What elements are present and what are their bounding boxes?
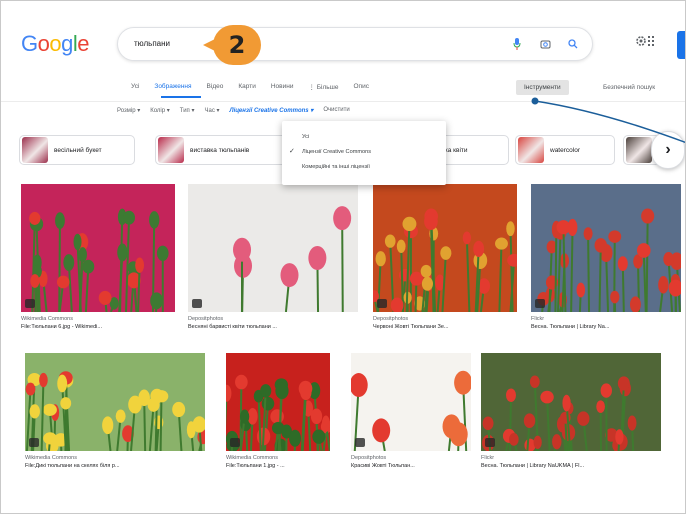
result-image[interactable]: [226, 353, 330, 451]
license-option[interactable]: ✓ Ліцензії Creative Commons: [282, 144, 446, 159]
filter-item[interactable]: Розмір ▾: [117, 107, 140, 114]
tab-item[interactable]: Карти: [238, 83, 255, 91]
microphone-icon[interactable]: [510, 36, 524, 52]
chip-label: весільний букет: [54, 146, 102, 154]
filter-bar: Розмір ▾ Колір ▾ Тип ▾ Час ▾ Ліцензії Creati…: [117, 107, 350, 114]
result-image[interactable]: [351, 353, 471, 451]
result-image[interactable]: [373, 184, 517, 312]
active-tab-underline: [161, 96, 201, 98]
image-source[interactable]: Depositphotos: [188, 315, 358, 323]
image-title[interactable]: Весна. Тюльпани | Library Na...: [531, 323, 681, 331]
image-type-icon: [377, 299, 387, 308]
image-caption: Wikimedia Commons File:Тюльпани 1.jpg - .…: [226, 454, 330, 470]
tulip-photo: [373, 208, 517, 312]
image-source[interactable]: Wikimedia Commons: [226, 454, 330, 462]
image-source[interactable]: Wikimedia Commons: [25, 454, 205, 462]
image-type-icon: [535, 299, 545, 308]
image-type-icon: [29, 438, 39, 447]
filter-item[interactable]: Час ▾: [204, 107, 219, 114]
image-type-icon: [25, 299, 35, 308]
result-image[interactable]: [481, 353, 661, 451]
related-chip[interactable]: watercolor: [515, 135, 615, 165]
image-title[interactable]: File:Тюльпани 6.jpg - Wikimedi...: [21, 323, 175, 331]
tools-button[interactable]: Інструменти: [516, 80, 569, 95]
filter-item[interactable]: Тип ▾: [180, 107, 195, 114]
step-badge: 2: [203, 25, 261, 65]
filter-item[interactable]: Ліцензії Creative Commons ▾: [230, 107, 314, 114]
chip-thumbnail: [518, 137, 544, 163]
image-type-icon: [485, 438, 495, 447]
camera-search-icon[interactable]: [538, 36, 552, 52]
result-image[interactable]: [25, 353, 205, 451]
image-source[interactable]: Depositphotos: [373, 315, 517, 323]
license-option[interactable]: Комерційні та інші ліцензії: [282, 159, 446, 174]
header-divider: [1, 101, 685, 102]
image-caption: Flickr Весна. Тюльпани | Library NaUKMA |…: [481, 454, 661, 470]
google-logo[interactable]: Google: [21, 31, 90, 57]
image-type-icon: [355, 438, 365, 447]
image-caption: Depositphotos Червоні Жовті Тюльпани Зе..…: [373, 315, 517, 331]
license-dropdown: Усі ✓ Ліцензії Creative Commons Комерційні …: [282, 121, 446, 185]
image-title[interactable]: Весняні барвисті квіти тюльпани ...: [188, 323, 358, 331]
sign-in-button[interactable]: [677, 31, 685, 59]
image-caption: Depositphotos Весняні барвисті квіти тюль…: [188, 315, 358, 331]
image-source[interactable]: Flickr: [481, 454, 661, 462]
tulip-photo: [482, 375, 637, 451]
license-option-label: Комерційні та інші ліцензії: [302, 163, 370, 170]
image-source[interactable]: Wikimedia Commons: [21, 315, 175, 323]
search-box[interactable]: тюльпани: [117, 27, 593, 61]
image-type-icon: [230, 438, 240, 447]
chip-thumbnail: [158, 137, 184, 163]
image-caption: Flickr Весна. Тюльпани | Library Na...: [531, 315, 681, 331]
search-input[interactable]: тюльпани: [134, 39, 170, 48]
tab-item[interactable]: Опис: [354, 83, 369, 91]
image-title[interactable]: File:Дикі тюльпани на скелях біля р...: [25, 462, 205, 470]
image-source[interactable]: Depositphotos: [351, 454, 471, 462]
result-image[interactable]: [188, 184, 358, 312]
chip-thumbnail: [22, 137, 48, 163]
filter-item[interactable]: Колір ▾: [150, 107, 170, 114]
tulip-photo: [537, 208, 681, 312]
image-type-icon: [192, 299, 202, 308]
chip-label: виставка тюльпанів: [190, 146, 250, 154]
filter-item[interactable]: Очистити: [323, 107, 349, 114]
tab-item[interactable]: Новини: [271, 83, 294, 91]
search-icon[interactable]: [566, 36, 580, 52]
chip-label: watercolor: [550, 146, 580, 154]
result-image[interactable]: [21, 184, 175, 312]
browser-frame: Google тюльпани 2 Усі Зображення Відео Карт…: [0, 0, 686, 514]
image-title[interactable]: Весна. Тюльпани | Library NaUKMA | Fl...: [481, 462, 661, 470]
tab-item[interactable]: ⋮ Більше: [308, 83, 338, 91]
checkmark-icon: ✓: [289, 148, 295, 155]
tab-item[interactable]: Усі: [131, 83, 139, 91]
safe-search-toggle[interactable]: Безпечний пошук: [603, 84, 655, 91]
settings-gear-icon[interactable]: [635, 35, 657, 50]
image-title[interactable]: Красиві Жовті Тюльпан...: [351, 462, 471, 470]
search-tabs: Усі Зображення Відео Карти Новини ⋮ Більше Опи…: [131, 83, 369, 91]
tulip-photo: [29, 208, 169, 312]
image-title[interactable]: Червоні Жовті Тюльпани Зе...: [373, 323, 517, 331]
tab-item[interactable]: Відео: [207, 83, 224, 91]
tulip-photo: [25, 371, 205, 451]
license-option-label: Усі: [302, 133, 310, 140]
tab-item[interactable]: Зображення: [154, 83, 191, 91]
result-image[interactable]: [531, 184, 681, 312]
chips-next-button[interactable]: ›: [651, 131, 685, 169]
image-source[interactable]: Flickr: [531, 315, 681, 323]
chip-thumbnail: [626, 137, 652, 163]
image-caption: Wikimedia Commons File:Дикі тюльпани на с…: [25, 454, 205, 470]
image-caption: Wikimedia Commons File:Тюльпани 6.jpg - W…: [21, 315, 175, 331]
image-title[interactable]: File:Тюльпани 1.jpg - ...: [226, 462, 330, 470]
license-option[interactable]: Усі: [282, 129, 446, 144]
tulip-photo: [226, 374, 330, 451]
tulip-photo: [351, 370, 471, 451]
license-option-label: Ліцензії Creative Commons: [302, 148, 372, 155]
related-chip[interactable]: весільний букет: [19, 135, 135, 165]
related-chip[interactable]: виставка тюльпанів: [155, 135, 295, 165]
image-caption: Depositphotos Красиві Жовті Тюльпан...: [351, 454, 471, 470]
tulip-photo: [233, 206, 352, 312]
